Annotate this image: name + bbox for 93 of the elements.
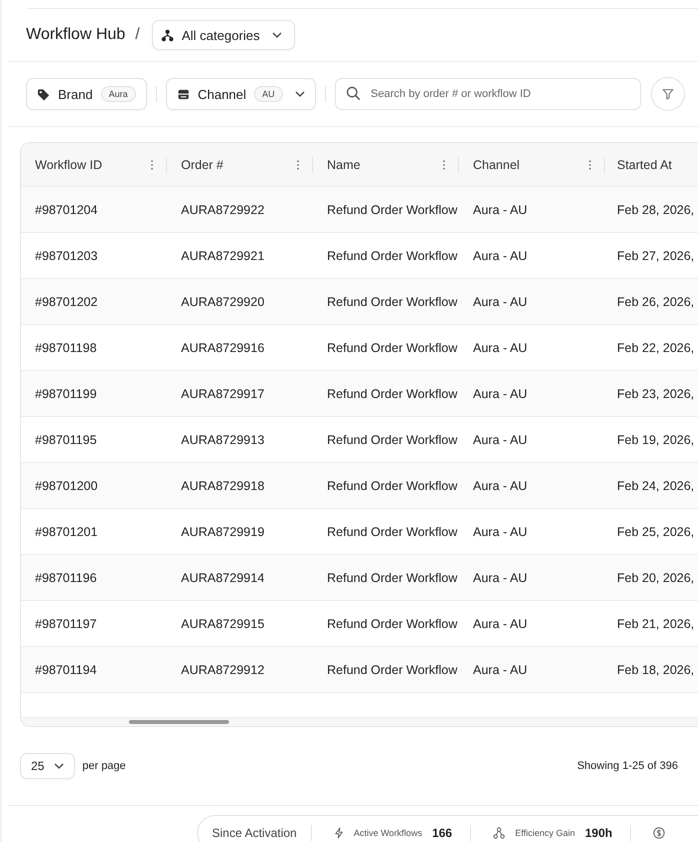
stat-value: 166	[432, 826, 452, 840]
filter-badge: Aura	[100, 86, 136, 102]
column-menu-icon[interactable]	[150, 160, 154, 170]
table-cell: Aura - AU	[473, 662, 528, 676]
filter-badge: AU	[254, 86, 283, 102]
results-summary: Showing 1-25 of 396	[577, 760, 678, 772]
per-page-label: per page	[82, 760, 126, 772]
table-cell: #98701203	[35, 248, 98, 262]
table-cell: Refund Order Workflow	[327, 616, 458, 630]
table-cell: Refund Order Workflow	[327, 432, 458, 446]
table-cell: Aura - AU	[473, 524, 528, 538]
page-size-dropdown[interactable]: 25	[20, 753, 76, 779]
table-cell: Feb 23, 2026,	[617, 386, 694, 400]
store-icon	[176, 88, 190, 100]
table-cell: Refund Order Workflow	[327, 340, 458, 354]
table-cell: Aura - AU	[473, 386, 528, 400]
column-menu-icon[interactable]	[442, 160, 446, 170]
lightning-icon	[334, 827, 344, 839]
funnel-icon	[662, 88, 674, 100]
table-cell: Aura - AU	[473, 478, 528, 492]
table-cell: Aura - AU	[473, 570, 528, 584]
table-cell: Feb 20, 2026,	[617, 570, 694, 584]
table-cell: Feb 25, 2026,	[617, 524, 694, 538]
table-cell: AURA8729915	[181, 616, 264, 630]
table-cell: #98701195	[35, 432, 97, 446]
table-cell: AURA8729921	[181, 248, 264, 262]
table-cell: AURA8729912	[181, 662, 264, 676]
table-cell: Refund Order Workflow	[327, 202, 458, 216]
network-icon	[493, 827, 506, 839]
table-cell: Feb 26, 2026,	[617, 294, 694, 308]
category-dropdown[interactable]: All categories	[152, 20, 295, 50]
column-header[interactable]: Started At	[617, 158, 672, 172]
table-cell: Aura - AU	[473, 248, 528, 262]
column-menu-icon[interactable]	[588, 160, 592, 170]
table-cell: #98701196	[35, 570, 97, 584]
table-cell: Feb 24, 2026,	[617, 478, 694, 492]
table-cell: #98701197	[35, 616, 97, 630]
stat-label: Efficiency Gain	[515, 828, 575, 838]
table-cell: Aura - AU	[473, 294, 528, 308]
table-cell: Aura - AU	[473, 432, 528, 446]
stats-label: Since Activation	[212, 826, 297, 840]
table-cell: Refund Order Workflow	[327, 524, 458, 538]
search-field[interactable]: Search by order # or workflow ID	[334, 78, 641, 110]
table-cell: #98701200	[35, 478, 98, 492]
table-cell: AURA8729922	[181, 202, 264, 216]
column-header[interactable]: Name	[327, 158, 360, 172]
table-cell: Feb 18, 2026,	[617, 662, 694, 676]
table-cell: AURA8729920	[181, 294, 264, 308]
table-cell: #98701199	[35, 386, 97, 400]
hierarchy-icon	[160, 28, 174, 42]
table-cell: #98701202	[35, 294, 98, 308]
table-cell: Refund Order Workflow	[327, 386, 458, 400]
table-cell: Refund Order Workflow	[327, 248, 458, 262]
table-cell: #98701201	[35, 524, 98, 538]
table-cell: AURA8729919	[181, 524, 264, 538]
table-cell: Refund Order Workflow	[327, 662, 458, 676]
column-header[interactable]: Workflow ID	[35, 158, 102, 172]
table-cell: Aura - AU	[473, 202, 528, 216]
filter-button[interactable]: Channel AU	[166, 78, 316, 110]
table-cell: AURA8729917	[181, 386, 264, 400]
column-menu-icon[interactable]	[296, 160, 300, 170]
dollar-icon	[653, 827, 666, 839]
table-cell: #98701198	[35, 340, 97, 354]
table-cell: Refund Order Workflow	[327, 570, 458, 584]
caret-icon	[272, 32, 282, 38]
stat-label: Active Workflows	[354, 828, 422, 838]
caret-icon	[54, 763, 64, 769]
table-cell: AURA8729913	[181, 432, 264, 446]
table-cell: Feb 19, 2026,	[617, 432, 694, 446]
table-cell: Feb 22, 2026,	[617, 340, 694, 354]
column-header[interactable]: Order #	[181, 158, 224, 172]
table-cell: #98701204	[35, 202, 98, 216]
filter-icon-button[interactable]	[650, 77, 685, 111]
column-header[interactable]: Channel	[473, 158, 520, 172]
table-cell: Feb 27, 2026,	[617, 248, 694, 262]
table-cell: #98701194	[35, 662, 97, 676]
table-cell: Aura - AU	[473, 340, 528, 354]
page-title: Workflow Hub	[26, 26, 126, 44]
search-icon	[346, 86, 361, 101]
scrollbar-thumb[interactable]	[129, 720, 229, 724]
table-cell: Refund Order Workflow	[327, 478, 458, 492]
table-cell: AURA8729918	[181, 478, 264, 492]
table-cell: Refund Order Workflow	[327, 294, 458, 308]
stat-value: 190h	[584, 826, 612, 840]
filter-button[interactable]: Brand Aura	[26, 78, 147, 110]
breadcrumb-separator: /	[135, 26, 140, 44]
caret-icon	[294, 91, 305, 97]
table-cell: Feb 28, 2026,	[617, 202, 694, 216]
table-cell: Aura - AU	[473, 616, 528, 630]
table-cell: AURA8729914	[181, 570, 264, 584]
table-cell: AURA8729916	[181, 340, 264, 354]
table-cell: Feb 21, 2026,	[617, 616, 694, 630]
tag-icon	[37, 88, 50, 100]
